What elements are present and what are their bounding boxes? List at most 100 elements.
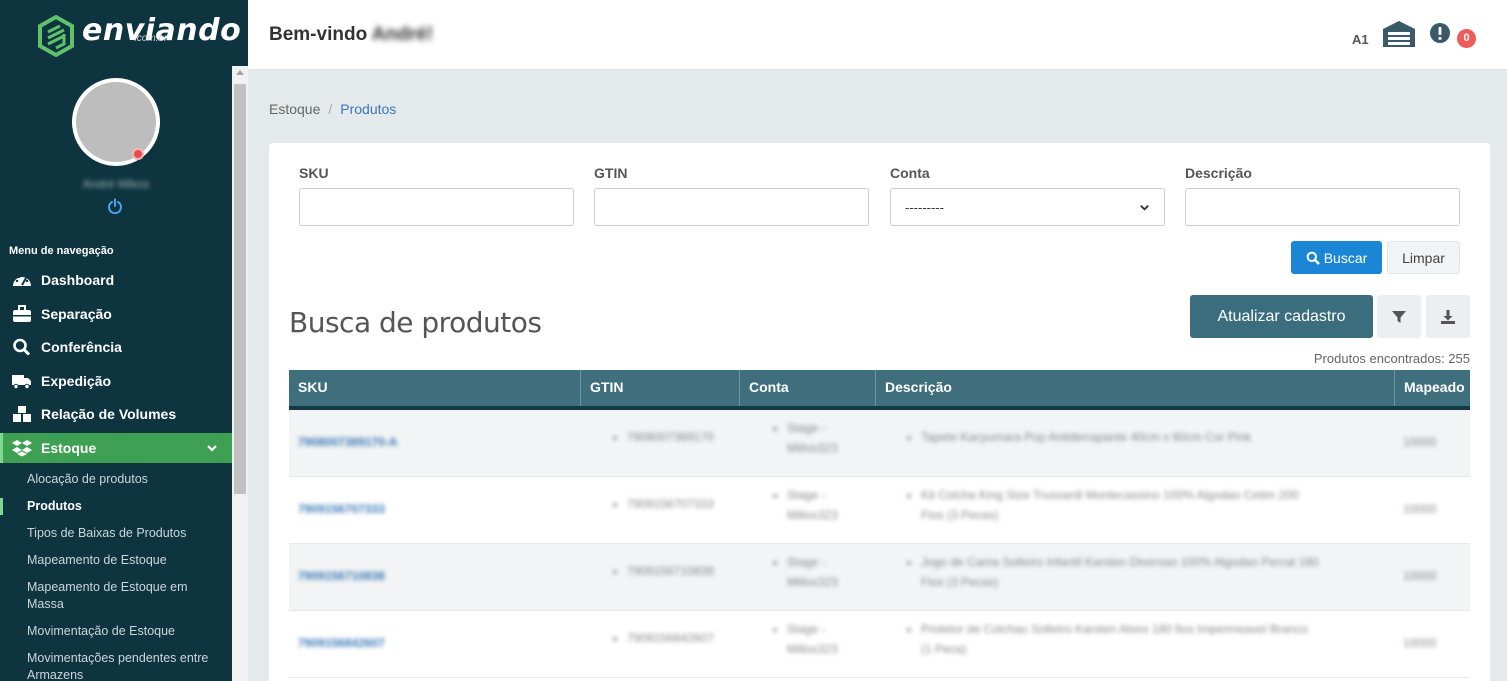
nav-item-estoque[interactable]: Estoque (0, 433, 232, 463)
table-row: 7909156710838 7909156710838 Stage - Millo… (289, 544, 1470, 611)
row-descricao-line2: Fios (3 Pecas) (921, 575, 999, 589)
buscar-button[interactable]: Buscar (1291, 241, 1382, 274)
row-conta: Stage - (787, 421, 826, 435)
row-descricao: Jogo de Cama Solteiro Infantil Karsten D… (921, 555, 1319, 569)
row-sku[interactable]: 7909156842607 (298, 633, 385, 653)
warehouse-code[interactable]: A1 (1352, 32, 1369, 47)
nav-label: Dashboard (41, 272, 115, 288)
subnav-item-movimentacao[interactable]: Movimentação de Estoque (0, 623, 232, 640)
descricao-label: Descrição (1185, 165, 1252, 181)
filter-button[interactable] (1377, 295, 1421, 338)
row-descricao: Protetor de Colchao Solteiro Karsten Alv… (921, 622, 1308, 636)
row-conta-detail: Millos323 (787, 441, 838, 455)
logo-box-icon (38, 14, 74, 58)
subnav-item-produtos[interactable]: Produtos (0, 498, 232, 515)
subnav-item-mapeamento-massa[interactable]: Mapeamento de Estoque em Massa (0, 579, 210, 613)
table-row: 7909156842607 7909156842607 Stage - Millo… (289, 611, 1470, 678)
row-conta-detail: Millos323 (787, 575, 838, 589)
row-conta: Stage - (787, 488, 826, 502)
warehouse-icon[interactable] (1382, 20, 1416, 48)
row-mapeado: 10000 (1403, 502, 1437, 516)
row-sku[interactable]: 7908007389170-A (298, 432, 397, 452)
row-conta-detail: Millos323 (787, 642, 838, 656)
row-conta-detail: Millos323 (787, 508, 838, 522)
breadcrumb-separator: / (328, 101, 333, 117)
nav-label: Expedição (41, 373, 112, 389)
status-dot (132, 148, 144, 160)
brand-sub: .com.br (134, 33, 168, 44)
col-sku[interactable]: SKU (289, 370, 581, 406)
alert-count-badge: 0 (1457, 29, 1476, 48)
conta-select-value: --------- (905, 199, 944, 215)
sku-input[interactable] (299, 188, 574, 226)
breadcrumb-estoque[interactable]: Estoque (269, 101, 320, 117)
alert-icon[interactable] (1429, 22, 1451, 44)
search-icon (13, 338, 31, 356)
sku-label: SKU (299, 165, 329, 181)
table-row: 7909156707333 7909156707333 Stage - Millo… (289, 477, 1470, 544)
nav-item-relacao-volumes[interactable]: Relação de Volumes (0, 399, 232, 429)
subnav-item-tipos-baixas[interactable]: Tipos de Baixas de Produtos (0, 525, 232, 542)
products-card: SKU GTIN Conta --------- Descrição Busca… (269, 143, 1490, 681)
user-name: André Mikos (82, 177, 150, 191)
row-sku[interactable]: 7909156707333 (298, 499, 385, 519)
welcome-label: Bem-vindo (269, 24, 368, 45)
gtin-input[interactable] (594, 188, 869, 226)
filter-icon (1392, 310, 1406, 323)
tachometer-icon (13, 275, 31, 286)
subnav-item-alocacao[interactable]: Alocação de produtos (0, 471, 232, 488)
search-icon (1306, 251, 1320, 265)
products-found: Produtos encontrados: 255 (1313, 351, 1470, 366)
subnav-item-mapeamento[interactable]: Mapeamento de Estoque (0, 552, 232, 569)
download-icon (1441, 309, 1455, 324)
row-descricao: Tapete Kacyumara Pop Antiderrapante 40cm… (921, 430, 1252, 444)
col-gtin[interactable]: GTIN (581, 370, 740, 406)
nav-item-expedicao[interactable]: Expedição (0, 366, 232, 396)
buscar-label: Buscar (1323, 249, 1368, 266)
col-descricao[interactable]: Descrição (876, 370, 1395, 406)
row-mapeado: 10000 (1403, 435, 1437, 449)
atualizar-cadastro-button[interactable]: Atualizar cadastro (1190, 295, 1373, 338)
row-gtin: 7909156707333 (627, 497, 714, 511)
conta-label: Conta (890, 165, 930, 181)
chevron-down-icon (207, 445, 217, 452)
nav-label: Conferência (41, 339, 122, 355)
nav-item-separacao[interactable]: Separação (0, 299, 232, 329)
row-mapeado: 10000 (1403, 569, 1437, 583)
nav-item-dashboard[interactable]: Dashboard (0, 265, 232, 295)
breadcrumb-produtos[interactable]: Produtos (340, 101, 396, 117)
sidebar: enviando .com.br André Mikos Menu de nav… (0, 0, 248, 681)
row-gtin: 7909156842607 (627, 631, 714, 645)
row-descricao-line2: Fios (3 Pecas) (921, 508, 999, 522)
row-gtin: 7908007389170 (627, 430, 714, 444)
col-mapeado[interactable]: Mapeado (1395, 370, 1470, 406)
briefcase-icon (13, 305, 31, 322)
nav-label: Estoque (41, 440, 97, 456)
gtin-label: GTIN (594, 165, 628, 181)
welcome-text: Bem-vindo André! (269, 24, 433, 46)
subnav-item-movimentacoes-pendentes[interactable]: Movimentações pendentes entre Armazens (0, 650, 225, 681)
row-conta: Stage - (787, 555, 826, 569)
col-conta[interactable]: Conta (740, 370, 876, 406)
descricao-input[interactable] (1185, 188, 1460, 226)
truck-icon (12, 375, 31, 390)
scrollbar-thumb[interactable] (234, 84, 246, 494)
conta-select[interactable]: --------- (890, 188, 1165, 226)
nav-label: Separação (41, 306, 112, 322)
avatar[interactable] (72, 78, 160, 166)
nav-label: Relação de Volumes (41, 406, 177, 422)
topbar: Bem-vindo André! A1 0 (248, 0, 1507, 70)
row-sku[interactable]: 7909156710838 (298, 566, 385, 586)
row-descricao: Kit Colcha King Size Trussardi Montecass… (921, 488, 1299, 502)
power-icon[interactable] (107, 198, 123, 214)
limpar-button[interactable]: Limpar (1387, 241, 1460, 274)
scroll-up-icon[interactable] (236, 70, 244, 75)
cubes-icon (13, 406, 31, 422)
nav-item-conferencia[interactable]: Conferência (0, 332, 232, 362)
row-gtin: 7909156710838 (627, 564, 714, 578)
sidebar-scrollbar[interactable] (232, 66, 248, 681)
download-button[interactable] (1426, 295, 1470, 338)
row-mapeado: 10000 (1403, 636, 1437, 650)
welcome-name: André! (371, 24, 433, 45)
breadcrumb: Estoque / Produtos (269, 101, 396, 117)
